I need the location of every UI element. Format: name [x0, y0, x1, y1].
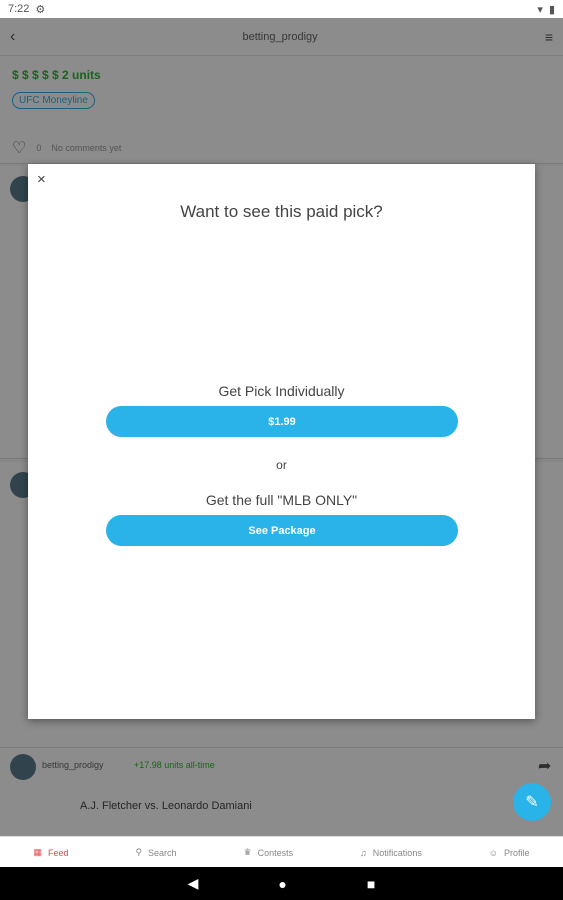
feed-icon: ▦: [33, 847, 42, 857]
system-navigation: ◀ ● ■: [0, 867, 563, 900]
status-bar: 7:22 ⚙ ▾ ▮: [0, 0, 563, 18]
nav-item-search[interactable]: ⚲ Search: [135, 847, 176, 858]
gear-icon: ⚙: [35, 3, 46, 16]
see-package-button[interactable]: See Package: [106, 515, 458, 546]
bell-icon: ♫: [360, 847, 367, 858]
nav-item-profile[interactable]: ☺ Profile: [489, 848, 530, 858]
trophy-icon: ♛: [243, 847, 252, 857]
paid-pick-dialog: × Want to see this paid pick? Get Pick I…: [28, 164, 535, 719]
pencil-icon: ✎: [525, 794, 539, 811]
wifi-icon: ▾: [537, 3, 543, 16]
search-icon: ⚲: [135, 847, 143, 857]
compose-button[interactable]: ✎: [513, 783, 551, 821]
home-icon[interactable]: ●: [278, 876, 286, 892]
dialog-title: Want to see this paid pick?: [180, 202, 383, 221]
or-label: or: [276, 458, 287, 472]
nav-item-feed[interactable]: ▦ Feed: [33, 847, 68, 858]
nav-label: Feed: [47, 847, 69, 858]
recents-icon[interactable]: ■: [367, 876, 375, 892]
individual-label: Get Pick Individually: [218, 383, 345, 399]
nav-label: Profile: [503, 847, 530, 858]
nav-item-contests[interactable]: ♛ Contests: [244, 847, 294, 858]
status-time: 7:22: [8, 3, 30, 15]
battery-icon: ▮: [548, 3, 555, 16]
nav-label: Notifications: [372, 847, 422, 858]
package-label: Get the full "MLB ONLY": [205, 492, 358, 508]
buy-pick-button[interactable]: $1.99: [106, 406, 458, 437]
bottom-navigation: ▦ Feed ⚲ Search ♛ Contests ♫ Notificatio…: [0, 836, 563, 868]
back-icon[interactable]: ◀: [188, 875, 199, 892]
close-icon[interactable]: ×: [37, 171, 46, 188]
nav-item-notifications[interactable]: ♫ Notifications: [360, 848, 422, 858]
profile-icon: ☺: [488, 847, 498, 858]
nav-label: Contests: [257, 847, 294, 858]
nav-label: Search: [148, 847, 177, 858]
